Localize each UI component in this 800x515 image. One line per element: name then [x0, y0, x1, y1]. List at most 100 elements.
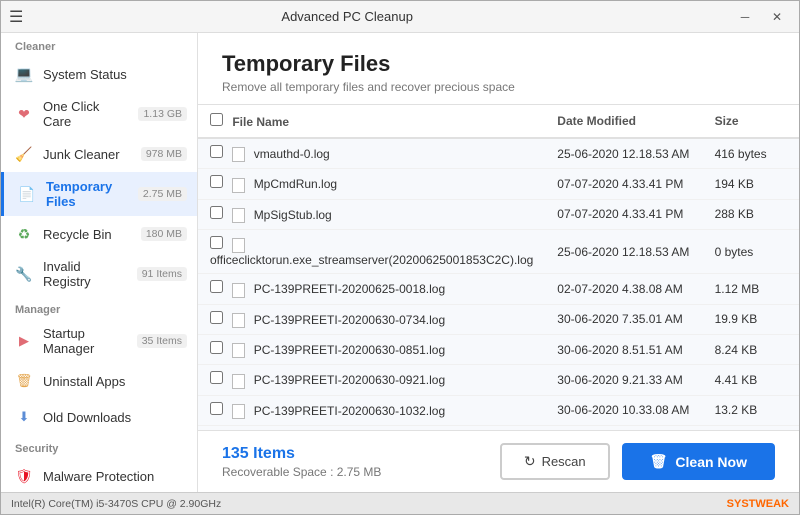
file-name-cell: PC-139PREETI-20200630-1032.log [198, 395, 545, 425]
file-size-cell: 13.2 KB [703, 395, 799, 425]
title-bar-left: ☰ [9, 7, 23, 27]
heart-icon: ❤ [13, 103, 35, 125]
cleaner-section-label: Cleaner [1, 33, 197, 56]
file-table-container[interactable]: File Name Date Modified Size vmauthd-0.l… [198, 105, 799, 430]
uninstall-icon: 🗑 [13, 370, 35, 392]
trash-icon: 🗑 [650, 453, 668, 470]
file-doc-icon [232, 208, 245, 223]
main-area: Cleaner 💻 System Status ❤ One Click Care… [1, 33, 799, 492]
sidebar-item-invalid-registry[interactable]: 🔧 Invalid Registry 91 Items [1, 252, 197, 296]
close-button[interactable]: ✕ [763, 7, 791, 27]
file-date-cell: 30-06-2020 10.33.08 AM [545, 395, 702, 425]
table-row: vmauthd-0.log 25-06-2020 12.18.53 AM 416… [198, 138, 799, 169]
status-bar: Intel(R) Core(TM) i5-3470S CPU @ 2.90GHz… [1, 492, 799, 514]
sidebar-item-malware-protection[interactable]: 🛡 Malware Protection [1, 458, 197, 492]
file-doc-icon [232, 283, 245, 298]
sidebar-item-recycle-bin[interactable]: ♻ Recycle Bin 180 MB [1, 216, 197, 252]
sidebar-label-startup-manager: Startup Manager [43, 326, 129, 356]
invalid-registry-badge: 91 Items [137, 267, 187, 281]
window-controls: ─ ✕ [731, 7, 791, 27]
row-checkbox-7[interactable] [210, 371, 223, 384]
file-doc-icon [232, 238, 245, 253]
file-name: PC-139PREETI-20200625-0018.log [254, 282, 445, 296]
sidebar-label-recycle-bin: Recycle Bin [43, 227, 133, 242]
row-checkbox-3[interactable] [210, 236, 223, 249]
junk-cleaner-badge: 978 MB [141, 147, 187, 161]
file-date-cell: 30-06-2020 7.35.01 AM [545, 304, 702, 334]
file-name: PC-139PREETI-20200630-0921.log [254, 373, 445, 387]
file-size-cell: 288 KB [703, 199, 799, 229]
page-subtitle: Remove all temporary files and recover p… [222, 80, 775, 94]
select-all-checkbox[interactable] [210, 113, 223, 126]
sidebar-item-temporary-files[interactable]: 📄 Temporary Files 2.75 MB [1, 172, 197, 216]
sidebar-label-one-click-care: One Click Care [43, 99, 130, 129]
title-bar: ☰ Advanced PC Cleanup ─ ✕ [1, 1, 799, 33]
content-area: Temporary Files Remove all temporary fil… [198, 33, 799, 492]
startup-icon: ▶ [13, 330, 35, 352]
sidebar-item-old-downloads[interactable]: ⬇ Old Downloads [1, 399, 197, 435]
file-name-cell: PC-139PREETI-20200630-0734.log [198, 304, 545, 334]
sidebar-item-uninstall-apps[interactable]: 🗑 Uninstall Apps [1, 363, 197, 399]
file-date-cell: 07-07-2020 4.33.41 PM [545, 199, 702, 229]
file-doc-icon [232, 343, 245, 358]
file-date-cell: 25-06-2020 12.18.53 AM [545, 229, 702, 273]
file-date-cell: 25-06-2020 12.18.53 AM [545, 138, 702, 169]
sidebar-item-system-status[interactable]: 💻 System Status [1, 56, 197, 92]
table-row: PC-139PREETI-20200630-0921.log 30-06-202… [198, 365, 799, 395]
cpu-info: Intel(R) Core(TM) i5-3470S CPU @ 2.90GHz [11, 498, 221, 510]
table-row: PC-139PREETI-20200625-0018.log 02-07-202… [198, 274, 799, 304]
footer-info: 135 Items Recoverable Space : 2.75 MB [222, 445, 381, 479]
file-table: File Name Date Modified Size vmauthd-0.l… [198, 105, 799, 430]
minimize-button[interactable]: ─ [731, 7, 759, 27]
sidebar-label-malware-protection: Malware Protection [43, 469, 187, 484]
file-size-cell: 0 bytes [703, 229, 799, 273]
sidebar-item-one-click-care[interactable]: ❤ One Click Care 1.13 GB [1, 92, 197, 136]
file-size-cell: 194 KB [703, 169, 799, 199]
file-doc-icon [232, 404, 245, 419]
content-footer: 135 Items Recoverable Space : 2.75 MB ↻ … [198, 430, 799, 492]
row-checkbox-0[interactable] [210, 145, 223, 158]
sidebar-item-junk-cleaner[interactable]: 🧹 Junk Cleaner 978 MB [1, 136, 197, 172]
one-click-care-badge: 1.13 GB [138, 107, 187, 121]
temporary-files-badge: 2.75 MB [138, 187, 187, 201]
menu-icon[interactable]: ☰ [9, 7, 23, 27]
footer-buttons: ↻ Rescan 🗑 Clean Now [500, 443, 775, 480]
table-row: officeclicktorun.exe_streamserver(202006… [198, 229, 799, 273]
file-date-cell: 02-07-2020 4.38.08 AM [545, 274, 702, 304]
window-title: Advanced PC Cleanup [23, 9, 671, 24]
file-doc-icon [232, 374, 245, 389]
file-doc-icon [232, 313, 245, 328]
row-checkbox-1[interactable] [210, 175, 223, 188]
table-row: PC-139PREETI-20200630-0851.log 30-06-202… [198, 334, 799, 364]
file-date-cell: 30-06-2020 9.21.33 AM [545, 365, 702, 395]
file-size-cell: 4.41 KB [703, 365, 799, 395]
file-doc-icon [232, 178, 245, 193]
rescan-button[interactable]: ↻ Rescan [500, 443, 610, 480]
row-checkbox-2[interactable] [210, 206, 223, 219]
sidebar-label-junk-cleaner: Junk Cleaner [43, 147, 133, 162]
items-count: 135 Items [222, 445, 381, 463]
row-checkbox-8[interactable] [210, 402, 223, 415]
manager-section-label: Manager [1, 296, 197, 319]
sidebar-label-old-downloads: Old Downloads [43, 410, 187, 425]
broom-icon: 🧹 [13, 143, 35, 165]
file-name-cell: PC-139PREETI-20200630-0921.log [198, 365, 545, 395]
file-name: vmauthd-0.log [254, 147, 330, 161]
col-header-name: File Name [198, 105, 545, 138]
sidebar-label-uninstall-apps: Uninstall Apps [43, 374, 187, 389]
table-row: MpSigStub.log 07-07-2020 4.33.41 PM 288 … [198, 199, 799, 229]
recoverable-space: Recoverable Space : 2.75 MB [222, 465, 381, 479]
download-icon: ⬇ [13, 406, 35, 428]
row-checkbox-4[interactable] [210, 280, 223, 293]
file-name: MpSigStub.log [254, 208, 332, 222]
brand-part1: SYS [727, 498, 749, 510]
file-date-cell: 07-07-2020 4.33.41 PM [545, 169, 702, 199]
row-checkbox-6[interactable] [210, 341, 223, 354]
clean-now-button[interactable]: 🗑 Clean Now [622, 443, 775, 480]
sidebar-item-startup-manager[interactable]: ▶ Startup Manager 35 Items [1, 319, 197, 363]
sidebar-label-invalid-registry: Invalid Registry [43, 259, 129, 289]
brand-part2: TWEAK [749, 498, 789, 510]
row-checkbox-5[interactable] [210, 311, 223, 324]
table-row: MpCmdRun.log 07-07-2020 4.33.41 PM 194 K… [198, 169, 799, 199]
file-size-cell: 416 bytes [703, 138, 799, 169]
